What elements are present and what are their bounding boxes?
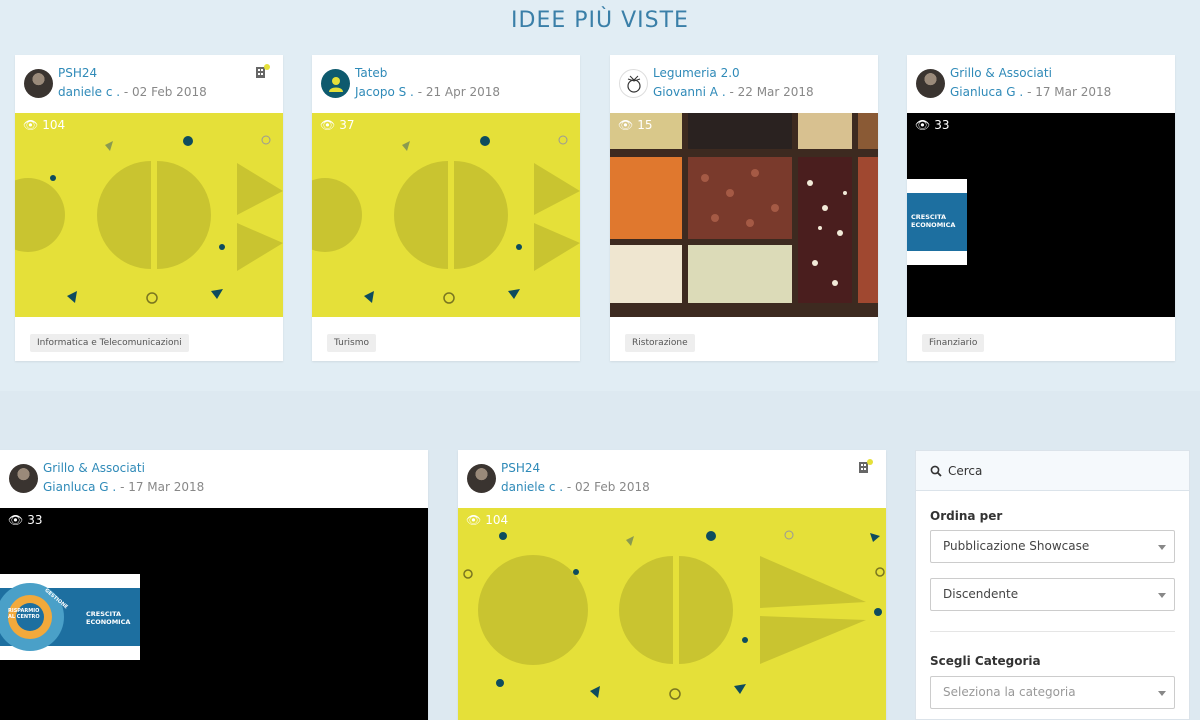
author-link[interactable]: daniele c . (501, 480, 563, 494)
card-header: Grillo & Associati Gianluca G . - 17 Mar… (907, 55, 1175, 113)
user-icon (328, 76, 343, 92)
publish-date: - 02 Feb 2018 (566, 480, 650, 494)
idea-cover-image[interactable]: 👁 15 (610, 113, 878, 317)
publish-date: - 17 Mar 2018 (1027, 85, 1112, 99)
building-badge-icon (858, 458, 874, 473)
chevron-down-icon (1158, 593, 1166, 598)
card-meta: Gianluca G . - 17 Mar 2018 (43, 480, 204, 494)
idea-name-link[interactable]: PSH24 (501, 461, 540, 475)
pattern-graphic (312, 135, 580, 304)
idea-card-tateb[interactable]: Tateb Jacopo S . - 21 Apr 2018 👁 37 Turis… (312, 55, 580, 361)
idea-cover-image[interactable]: 👁 104 (458, 508, 886, 720)
idea-name-link[interactable]: Grillo & Associati (43, 461, 145, 475)
category-tag[interactable]: Turismo (327, 334, 376, 352)
category-select[interactable]: Seleziona la categoria (930, 676, 1175, 709)
pattern-graphic (15, 135, 283, 304)
order-select[interactable]: Pubblicazione Showcase (930, 530, 1175, 563)
idea-cover-image[interactable]: 👁 37 (312, 113, 580, 317)
search-panel-title: Cerca (948, 463, 983, 478)
views-counter: 👁 104 (23, 118, 66, 132)
search-panel-header: Cerca (916, 451, 1189, 491)
avatar[interactable] (619, 69, 648, 98)
card-header: PSH24 daniele c . - 02 Feb 2018 (15, 55, 283, 113)
author-link[interactable]: Gianluca G . (950, 85, 1023, 99)
idea-cover-image[interactable]: 👁 33 RISPARMIO AL CENTRO GESTIONE CRESCIT… (0, 508, 428, 720)
category-tag[interactable]: Informatica e Telecomunicazioni (30, 334, 189, 352)
views-counter: 👁 104 (466, 513, 509, 527)
eye-icon: 👁 (8, 513, 24, 527)
avatar[interactable] (916, 69, 945, 98)
publish-date: - 02 Feb 2018 (123, 85, 207, 99)
eye-icon: 👁 (618, 118, 634, 132)
card-header: Tateb Jacopo S . - 21 Apr 2018 (312, 55, 580, 113)
card-header: PSH24 daniele c . - 02 Feb 2018 (458, 450, 886, 508)
chevron-down-icon (1158, 545, 1166, 550)
idea-card-grillo-2[interactable]: Grillo & Associati Gianluca G . - 17 Mar… (0, 450, 428, 720)
idea-cover-image[interactable]: 👁 33 CRESCITA ECONOMICA (907, 113, 1175, 317)
eye-icon: 👁 (466, 513, 482, 527)
author-link[interactable]: Giovanni A . (653, 85, 726, 99)
card-header: Legumeria 2.0 Giovanni A . - 22 Mar 2018 (610, 55, 878, 113)
card-meta: Jacopo S . - 21 Apr 2018 (355, 85, 500, 99)
logo-icon (627, 75, 641, 93)
banner-text: CRESCITA ECONOMICA (86, 610, 131, 626)
idea-card-legumeria[interactable]: Legumeria 2.0 Giovanni A . - 22 Mar 2018… (610, 55, 878, 361)
pattern-graphic (463, 530, 885, 700)
eye-icon: 👁 (320, 118, 336, 132)
search-panel: Cerca Ordina per Pubblicazione Showcase … (915, 450, 1190, 720)
publish-date: - 22 Mar 2018 (729, 85, 814, 99)
avatar[interactable] (24, 69, 53, 98)
divider (930, 631, 1175, 632)
idea-card-grillo[interactable]: Grillo & Associati Gianluca G . - 17 Mar… (907, 55, 1175, 361)
card-meta: daniele c . - 02 Feb 2018 (58, 85, 207, 99)
publish-date: - 21 Apr 2018 (417, 85, 501, 99)
views-counter: 👁 15 (618, 118, 653, 132)
page-title: IDEE PIÙ VISTE (511, 8, 689, 33)
chevron-down-icon (1158, 691, 1166, 696)
idea-name-link[interactable]: Tateb (355, 66, 387, 80)
eye-icon: 👁 (23, 118, 39, 132)
category-tag[interactable]: Finanziario (922, 334, 985, 352)
search-icon (930, 465, 942, 477)
avatar[interactable] (467, 464, 496, 493)
category-tag[interactable]: Ristorazione (625, 334, 695, 352)
direction-select[interactable]: Discendente (930, 578, 1175, 611)
idea-card-psh24-2[interactable]: PSH24 daniele c . - 02 Feb 2018 👁 104 (458, 450, 886, 720)
publish-date: - 17 Mar 2018 (120, 480, 205, 494)
author-link[interactable]: Jacopo S . (355, 85, 414, 99)
banner-subtext: RISPARMIO AL CENTRO (8, 608, 40, 620)
avatar[interactable] (9, 464, 38, 493)
building-badge-icon (255, 63, 271, 78)
order-label: Ordina per (930, 509, 1003, 523)
card-meta: Giovanni A . - 22 Mar 2018 (653, 85, 814, 99)
idea-cover-image[interactable]: 👁 104 (15, 113, 283, 317)
views-counter: 👁 37 (320, 118, 355, 132)
card-meta: Gianluca G . - 17 Mar 2018 (950, 85, 1111, 99)
idea-name-link[interactable]: PSH24 (58, 66, 97, 80)
avatar[interactable] (321, 69, 350, 98)
category-label: Scegli Categoria (930, 654, 1041, 668)
card-meta: daniele c . - 02 Feb 2018 (501, 480, 650, 494)
card-header: Grillo & Associati Gianluca G . - 17 Mar… (0, 450, 428, 508)
banner-thumbnail: CRESCITA ECONOMICA (907, 179, 967, 265)
views-counter: 👁 33 (8, 513, 43, 527)
views-counter: 👁 33 (915, 118, 950, 132)
banner-text: CRESCITA ECONOMICA (907, 193, 967, 251)
eye-icon: 👁 (915, 118, 931, 132)
author-link[interactable]: daniele c . (58, 85, 120, 99)
author-link[interactable]: Gianluca G . (43, 480, 116, 494)
banner-thumbnail: RISPARMIO AL CENTRO GESTIONE CRESCITA EC… (0, 574, 140, 660)
legumes-photo (610, 113, 878, 303)
idea-name-link[interactable]: Legumeria 2.0 (653, 66, 740, 80)
idea-card-psh24[interactable]: PSH24 daniele c . - 02 Feb 2018 👁 104 Inf… (15, 55, 283, 361)
idea-name-link[interactable]: Grillo & Associati (950, 66, 1052, 80)
